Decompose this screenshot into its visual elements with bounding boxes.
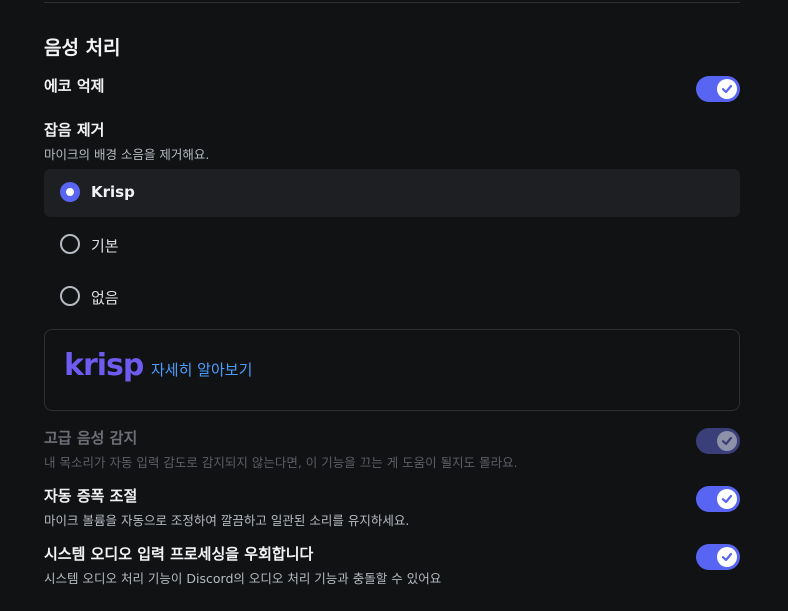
check-icon (721, 436, 733, 446)
check-icon (721, 494, 733, 504)
auto-gain-toggle[interactable] (696, 486, 740, 512)
echo-cancel-title: 에코 억제 (44, 77, 105, 95)
advanced-vad-description: 내 목소리가 자동 입력 감도로 감지되지 않는다면, 이 기능을 끄는 게 도… (44, 455, 518, 470)
krisp-logo: krisp (64, 348, 144, 383)
learn-more-link[interactable]: 자세히 알아보기 (151, 359, 252, 380)
toggle-knob (717, 431, 737, 451)
auto-gain-description: 마이크 볼륨을 자동으로 조정하여 깔끔하고 일관된 소리를 유지하세요. (44, 513, 410, 528)
noise-suppression-title: 잡음 제거 (44, 121, 105, 139)
divider (44, 2, 740, 3)
echo-cancel-toggle[interactable] (696, 76, 740, 102)
check-icon (721, 84, 733, 94)
check-icon (721, 552, 733, 562)
toggle-knob (717, 79, 737, 99)
radio-option-standard[interactable]: 기본 (44, 221, 740, 269)
bypass-system-toggle[interactable] (696, 544, 740, 570)
radio-unselected-icon (60, 234, 80, 254)
radio-selected-icon (60, 182, 80, 202)
auto-gain-title: 자동 증폭 조절 (44, 487, 138, 505)
radio-option-none[interactable]: 없음 (44, 273, 740, 321)
bypass-system-description: 시스템 오디오 처리 기능이 Discord의 오디오 처리 기능과 충돌할 수… (44, 571, 442, 586)
toggle-knob (717, 547, 737, 567)
advanced-vad-toggle (696, 428, 740, 454)
radio-option-krisp[interactable]: Krisp (44, 169, 740, 217)
krisp-info-card: krisp 자세히 알아보기 (44, 329, 740, 411)
radio-label: 기본 (91, 237, 119, 255)
noise-suppression-description: 마이크의 배경 소음을 제거해요. (44, 147, 210, 162)
voice-processing-settings: 음성 처리 에코 억제 잡음 제거 마이크의 배경 소음을 제거해요. Kris… (0, 0, 788, 611)
radio-label: Krisp (91, 183, 135, 201)
bypass-system-title: 시스템 오디오 입력 프로세싱을 우회합니다 (44, 545, 314, 563)
advanced-vad-title: 고급 음성 감지 (44, 429, 138, 447)
section-title: 음성 처리 (44, 37, 121, 59)
radio-label: 없음 (91, 289, 119, 307)
radio-unselected-icon (60, 286, 80, 306)
toggle-knob (717, 489, 737, 509)
